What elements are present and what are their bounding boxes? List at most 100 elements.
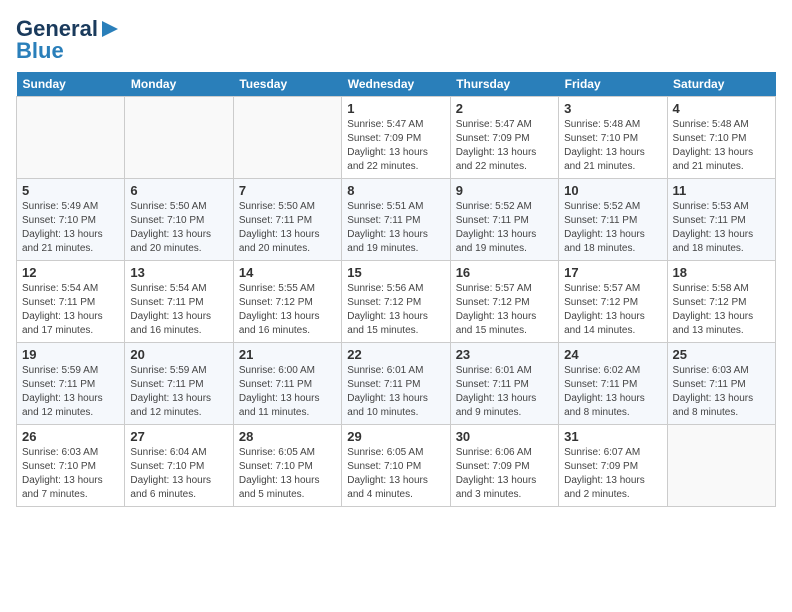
calendar-week-row: 1Sunrise: 5:47 AM Sunset: 7:09 PM Daylig… bbox=[17, 97, 776, 179]
calendar-week-row: 12 Sunrise: 5:54 AM Sunset: 7:11 PM Dayli… bbox=[17, 261, 776, 343]
page-header: General Blue bbox=[16, 16, 776, 64]
day-number: 15 bbox=[347, 265, 444, 280]
calendar-cell: 24 Sunrise: 6:02 AM Sunset: 7:11 PM Dayli… bbox=[559, 343, 667, 425]
day-number: 31 bbox=[564, 429, 661, 444]
calendar-cell: 22 Sunrise: 6:01 AM Sunset: 7:11 PM Dayli… bbox=[342, 343, 450, 425]
calendar-table: SundayMondayTuesdayWednesdayThursdayFrid… bbox=[16, 72, 776, 507]
calendar-cell: 12 Sunrise: 5:54 AM Sunset: 7:11 PM Dayli… bbox=[17, 261, 125, 343]
weekday-header: Wednesday bbox=[342, 72, 450, 97]
cell-info: Sunrise: 5:52 AM Sunset: 7:11 PM Dayligh… bbox=[564, 200, 661, 256]
cell-info: Sunrise: 5:49 AM Sunset: 7:10 PM Dayligh… bbox=[22, 200, 119, 256]
weekday-header: Saturday bbox=[667, 72, 775, 97]
day-number: 1 bbox=[347, 101, 444, 116]
calendar-cell: 20Sunrise: 5:59 AM Sunset: 7:11 PM Dayli… bbox=[125, 343, 233, 425]
calendar-cell: 16Sunrise: 5:57 AM Sunset: 7:12 PM Dayli… bbox=[450, 261, 558, 343]
calendar-cell: 31Sunrise: 6:07 AM Sunset: 7:09 PM Dayli… bbox=[559, 425, 667, 507]
cell-info: Sunrise: 6:03 AM Sunset: 7:11 PM Dayligh… bbox=[673, 364, 770, 420]
calendar-cell bbox=[125, 97, 233, 179]
day-number: 10 bbox=[564, 183, 661, 198]
day-number: 27 bbox=[130, 429, 227, 444]
calendar-week-row: 26 Sunrise: 6:03 AM Sunset: 7:10 PM Dayli… bbox=[17, 425, 776, 507]
day-number: 8 bbox=[347, 183, 444, 198]
cell-info: Sunrise: 5:58 AM Sunset: 7:12 PM Dayligh… bbox=[673, 282, 770, 338]
day-number: 20 bbox=[130, 347, 227, 362]
calendar-week-row: 19Sunrise: 5:59 AM Sunset: 7:11 PM Dayli… bbox=[17, 343, 776, 425]
day-number: 17 bbox=[564, 265, 661, 280]
day-number: 13 bbox=[130, 265, 227, 280]
weekday-header-row: SundayMondayTuesdayWednesdayThursdayFrid… bbox=[17, 72, 776, 97]
cell-info: Sunrise: 6:02 AM Sunset: 7:11 PM Dayligh… bbox=[564, 364, 661, 420]
day-number: 11 bbox=[673, 183, 770, 198]
calendar-cell: 25 Sunrise: 6:03 AM Sunset: 7:11 PM Dayli… bbox=[667, 343, 775, 425]
cell-info: Sunrise: 5:57 AM Sunset: 7:12 PM Dayligh… bbox=[456, 282, 553, 338]
logo-blue: Blue bbox=[16, 38, 64, 64]
day-number: 28 bbox=[239, 429, 336, 444]
cell-info: Sunrise: 5:52 AM Sunset: 7:11 PM Dayligh… bbox=[456, 200, 553, 256]
weekday-header: Thursday bbox=[450, 72, 558, 97]
cell-info: Sunrise: 6:01 AM Sunset: 7:11 PM Dayligh… bbox=[456, 364, 553, 420]
cell-info: Sunrise: 5:56 AM Sunset: 7:12 PM Dayligh… bbox=[347, 282, 444, 338]
cell-info: Sunrise: 6:01 AM Sunset: 7:11 PM Dayligh… bbox=[347, 364, 444, 420]
cell-info: Sunrise: 5:54 AM Sunset: 7:11 PM Dayligh… bbox=[130, 282, 227, 338]
calendar-cell: 18 Sunrise: 5:58 AM Sunset: 7:12 PM Dayli… bbox=[667, 261, 775, 343]
day-number: 4 bbox=[673, 101, 770, 116]
calendar-cell: 9 Sunrise: 5:52 AM Sunset: 7:11 PM Daylig… bbox=[450, 179, 558, 261]
cell-info: Sunrise: 6:05 AM Sunset: 7:10 PM Dayligh… bbox=[239, 446, 336, 502]
day-number: 21 bbox=[239, 347, 336, 362]
day-number: 9 bbox=[456, 183, 553, 198]
day-number: 29 bbox=[347, 429, 444, 444]
calendar-cell: 10 Sunrise: 5:52 AM Sunset: 7:11 PM Dayli… bbox=[559, 179, 667, 261]
calendar-cell: 15 Sunrise: 5:56 AM Sunset: 7:12 PM Dayli… bbox=[342, 261, 450, 343]
calendar-cell: 6 Sunrise: 5:50 AM Sunset: 7:10 PM Daylig… bbox=[125, 179, 233, 261]
calendar-cell bbox=[233, 97, 341, 179]
day-number: 5 bbox=[22, 183, 119, 198]
day-number: 6 bbox=[130, 183, 227, 198]
day-number: 12 bbox=[22, 265, 119, 280]
cell-info: Sunrise: 5:57 AM Sunset: 7:12 PM Dayligh… bbox=[564, 282, 661, 338]
calendar-week-row: 5 Sunrise: 5:49 AM Sunset: 7:10 PM Daylig… bbox=[17, 179, 776, 261]
calendar-cell: 29 Sunrise: 6:05 AM Sunset: 7:10 PM Dayli… bbox=[342, 425, 450, 507]
day-number: 25 bbox=[673, 347, 770, 362]
logo: General Blue bbox=[16, 16, 120, 64]
cell-info: Sunrise: 5:50 AM Sunset: 7:10 PM Dayligh… bbox=[130, 200, 227, 256]
day-number: 30 bbox=[456, 429, 553, 444]
calendar-cell: 2Sunrise: 5:47 AM Sunset: 7:09 PM Daylig… bbox=[450, 97, 558, 179]
calendar-cell: 26 Sunrise: 6:03 AM Sunset: 7:10 PM Dayli… bbox=[17, 425, 125, 507]
calendar-cell: 30 Sunrise: 6:06 AM Sunset: 7:09 PM Dayli… bbox=[450, 425, 558, 507]
calendar-cell bbox=[17, 97, 125, 179]
cell-info: Sunrise: 5:59 AM Sunset: 7:11 PM Dayligh… bbox=[22, 364, 119, 420]
calendar-cell: 3 Sunrise: 5:48 AM Sunset: 7:10 PM Daylig… bbox=[559, 97, 667, 179]
cell-info: Sunrise: 5:54 AM Sunset: 7:11 PM Dayligh… bbox=[22, 282, 119, 338]
cell-info: Sunrise: 5:50 AM Sunset: 7:11 PM Dayligh… bbox=[239, 200, 336, 256]
cell-info: Sunrise: 5:51 AM Sunset: 7:11 PM Dayligh… bbox=[347, 200, 444, 256]
cell-info: Sunrise: 5:53 AM Sunset: 7:11 PM Dayligh… bbox=[673, 200, 770, 256]
cell-info: Sunrise: 6:03 AM Sunset: 7:10 PM Dayligh… bbox=[22, 446, 119, 502]
cell-info: Sunrise: 6:05 AM Sunset: 7:10 PM Dayligh… bbox=[347, 446, 444, 502]
calendar-cell: 5 Sunrise: 5:49 AM Sunset: 7:10 PM Daylig… bbox=[17, 179, 125, 261]
cell-info: Sunrise: 5:48 AM Sunset: 7:10 PM Dayligh… bbox=[564, 118, 661, 174]
calendar-cell: 27Sunrise: 6:04 AM Sunset: 7:10 PM Dayli… bbox=[125, 425, 233, 507]
day-number: 2 bbox=[456, 101, 553, 116]
calendar-cell: 17 Sunrise: 5:57 AM Sunset: 7:12 PM Dayli… bbox=[559, 261, 667, 343]
weekday-header: Friday bbox=[559, 72, 667, 97]
calendar-cell bbox=[667, 425, 775, 507]
day-number: 26 bbox=[22, 429, 119, 444]
day-number: 24 bbox=[564, 347, 661, 362]
calendar-cell: 4 Sunrise: 5:48 AM Sunset: 7:10 PM Daylig… bbox=[667, 97, 775, 179]
cell-info: Sunrise: 5:55 AM Sunset: 7:12 PM Dayligh… bbox=[239, 282, 336, 338]
weekday-header: Sunday bbox=[17, 72, 125, 97]
calendar-cell: 21 Sunrise: 6:00 AM Sunset: 7:11 PM Dayli… bbox=[233, 343, 341, 425]
calendar-cell: 19Sunrise: 5:59 AM Sunset: 7:11 PM Dayli… bbox=[17, 343, 125, 425]
calendar-cell: 14 Sunrise: 5:55 AM Sunset: 7:12 PM Dayli… bbox=[233, 261, 341, 343]
day-number: 22 bbox=[347, 347, 444, 362]
cell-info: Sunrise: 5:48 AM Sunset: 7:10 PM Dayligh… bbox=[673, 118, 770, 174]
weekday-header: Tuesday bbox=[233, 72, 341, 97]
cell-info: Sunrise: 6:00 AM Sunset: 7:11 PM Dayligh… bbox=[239, 364, 336, 420]
calendar-cell: 28 Sunrise: 6:05 AM Sunset: 7:10 PM Dayli… bbox=[233, 425, 341, 507]
day-number: 3 bbox=[564, 101, 661, 116]
day-number: 18 bbox=[673, 265, 770, 280]
day-number: 14 bbox=[239, 265, 336, 280]
cell-info: Sunrise: 6:06 AM Sunset: 7:09 PM Dayligh… bbox=[456, 446, 553, 502]
calendar-cell: 13 Sunrise: 5:54 AM Sunset: 7:11 PM Dayli… bbox=[125, 261, 233, 343]
weekday-header: Monday bbox=[125, 72, 233, 97]
